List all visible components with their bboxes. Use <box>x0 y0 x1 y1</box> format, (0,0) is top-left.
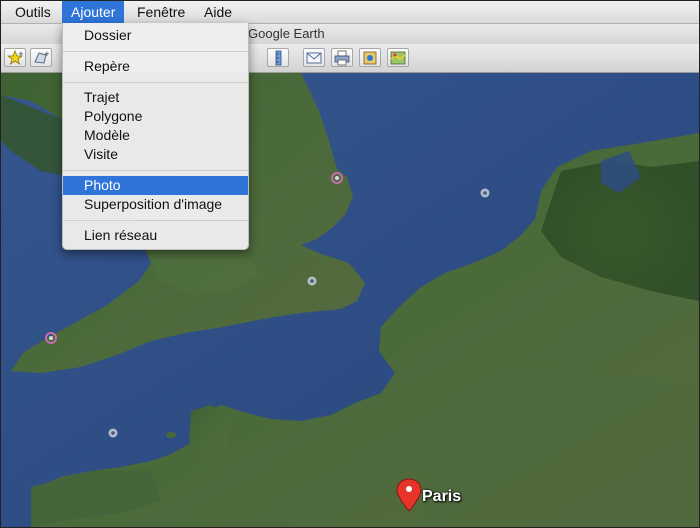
app-window: Paris Google Earth + + <box>0 0 700 528</box>
menu-item-photo[interactable]: Photo <box>63 176 248 195</box>
svg-text:+: + <box>44 50 49 58</box>
print-icon <box>334 50 350 66</box>
add-polygon-button[interactable]: + <box>30 48 52 67</box>
ruler-button[interactable] <box>267 48 289 67</box>
placemark-icon: + <box>7 50 23 65</box>
ajouter-dropdown-menu: Dossier Repère Trajet Polygone Modèle Vi… <box>62 23 249 250</box>
svg-text:+: + <box>18 50 23 58</box>
ruler-icon <box>275 50 282 66</box>
view-in-maps-button[interactable] <box>387 48 409 67</box>
save-image-button[interactable] <box>359 48 381 67</box>
menu-item-trajet[interactable]: Trajet <box>63 88 248 107</box>
polygon-icon: + <box>34 50 49 64</box>
menu-item-visite[interactable]: Visite <box>63 145 248 164</box>
menu-item-dossier[interactable]: Dossier <box>63 26 248 45</box>
place-marker[interactable] <box>307 276 317 286</box>
window-title: Google Earth <box>248 26 325 41</box>
menu-separator <box>63 82 248 83</box>
menu-item-polygone[interactable]: Polygone <box>63 107 248 126</box>
menu-separator <box>63 170 248 171</box>
menu-ajouter[interactable]: Ajouter <box>62 1 125 23</box>
view-in-maps-icon <box>390 51 406 65</box>
menu-bar: Outils Ajouter Fenêtre Aide <box>1 1 699 24</box>
menu-separator <box>63 220 248 221</box>
place-marker[interactable] <box>480 188 490 198</box>
menu-outils[interactable]: Outils <box>6 1 60 23</box>
menu-item-repere[interactable]: Repère <box>63 57 248 76</box>
save-image-icon <box>363 51 377 65</box>
placemark-label[interactable]: Paris <box>422 488 461 506</box>
menu-item-lien-reseau[interactable]: Lien réseau <box>63 226 248 245</box>
add-placemark-button[interactable]: + <box>4 48 26 67</box>
menu-separator <box>63 51 248 52</box>
menu-fenetre[interactable]: Fenêtre <box>128 1 194 23</box>
email-button[interactable] <box>303 48 325 67</box>
email-icon <box>306 52 322 64</box>
menu-item-superposition-image[interactable]: Superposition d'image <box>63 195 248 214</box>
menu-aide[interactable]: Aide <box>195 1 241 23</box>
menu-item-modele[interactable]: Modèle <box>63 126 248 145</box>
place-marker[interactable] <box>108 428 118 438</box>
print-button[interactable] <box>331 48 353 67</box>
